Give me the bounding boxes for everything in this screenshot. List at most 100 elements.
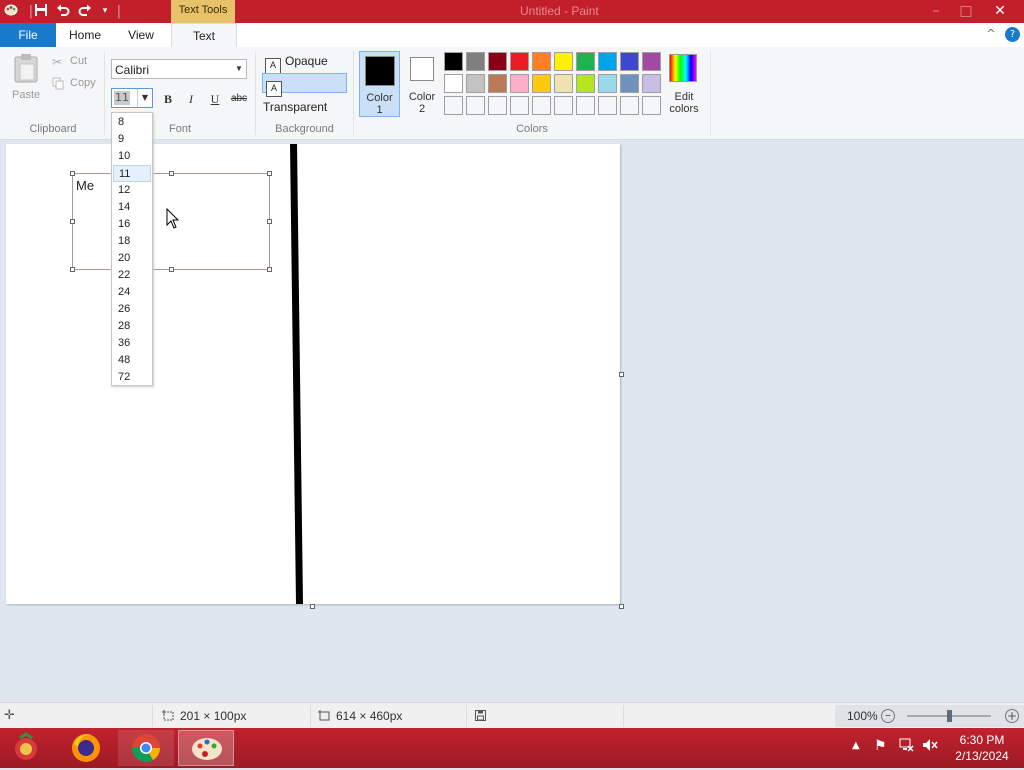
edit-colors-button[interactable]: Edit colors [664, 91, 704, 115]
palette-swatch[interactable] [620, 74, 639, 93]
font-size-option[interactable]: 28 [113, 318, 151, 335]
palette-swatch[interactable] [444, 52, 463, 71]
cut-button[interactable]: Cut [70, 55, 87, 67]
palette-swatch[interactable] [620, 52, 639, 71]
tab-text[interactable]: Text [171, 23, 237, 49]
palette-swatch[interactable] [466, 74, 485, 93]
undo-icon[interactable] [54, 3, 72, 20]
paste-icon[interactable] [12, 53, 40, 83]
palette-swatch[interactable] [510, 74, 529, 93]
palette-swatch[interactable] [488, 52, 507, 71]
paint-taskbar-icon[interactable] [178, 730, 234, 766]
font-size-option[interactable]: 26 [113, 301, 151, 318]
underline-button[interactable]: U [206, 90, 224, 108]
save-icon[interactable] [32, 3, 50, 20]
palette-swatch[interactable] [554, 96, 573, 115]
tab-file[interactable]: File [0, 23, 56, 47]
resize-handle[interactable] [267, 219, 272, 224]
start-button[interactable] [0, 730, 56, 766]
palette-swatch[interactable] [576, 74, 595, 93]
zoom-slider-thumb[interactable] [947, 710, 952, 722]
palette-swatch[interactable] [488, 96, 507, 115]
resize-handle[interactable] [267, 171, 272, 176]
resize-handle[interactable] [70, 219, 75, 224]
redo-icon[interactable] [76, 3, 94, 20]
firefox-icon[interactable] [58, 730, 114, 766]
help-icon[interactable]: ? [1005, 27, 1020, 42]
font-size-option[interactable]: 14 [113, 199, 151, 216]
font-size-option[interactable]: 10 [113, 148, 151, 165]
maximize-button[interactable]: □ [952, 0, 980, 23]
system-clock[interactable]: 6:30 PM 2/13/2024 [950, 732, 1014, 764]
palette-swatch[interactable] [554, 74, 573, 93]
palette-swatch[interactable] [488, 74, 507, 93]
resize-handle[interactable] [70, 267, 75, 272]
close-button[interactable]: ✕ [986, 0, 1014, 23]
font-size-option[interactable]: 24 [113, 284, 151, 301]
font-size-option[interactable]: 36 [113, 335, 151, 352]
font-size-option[interactable]: 20 [113, 250, 151, 267]
palette-swatch[interactable] [642, 74, 661, 93]
edit-colors-icon[interactable] [669, 54, 697, 82]
minimize-button[interactable]: – [922, 0, 950, 23]
font-size-combobox[interactable]: 11 ▼ [111, 88, 153, 108]
strikethrough-button[interactable]: abc [228, 90, 250, 108]
palette-swatch[interactable] [444, 74, 463, 93]
font-size-option[interactable]: 72 [113, 369, 151, 386]
action-center-flag-icon[interactable]: ⚑ [874, 738, 887, 754]
font-size-option[interactable]: 8 [113, 114, 151, 131]
resize-handle[interactable] [267, 267, 272, 272]
palette-swatch[interactable] [466, 52, 485, 71]
chevron-down-icon[interactable]: ▼ [137, 89, 152, 107]
font-size-option[interactable]: 9 [113, 131, 151, 148]
font-size-option[interactable]: 16 [113, 216, 151, 233]
show-hidden-icons-icon[interactable]: ▲ [852, 740, 860, 751]
palette-swatch[interactable] [598, 52, 617, 71]
palette-swatch[interactable] [598, 74, 617, 93]
palette-swatch[interactable] [598, 96, 617, 115]
palette-swatch[interactable] [576, 52, 595, 71]
opaque-button[interactable]: A Opaque [262, 51, 347, 74]
font-size-option[interactable]: 48 [113, 352, 151, 369]
tab-home[interactable]: Home [60, 23, 110, 47]
chevron-down-icon[interactable]: ▼ [232, 60, 246, 78]
text-content[interactable]: Me [76, 178, 94, 193]
palette-swatch[interactable] [642, 96, 661, 115]
palette-swatch[interactable] [510, 52, 529, 71]
paint-app-icon[interactable] [2, 3, 20, 20]
font-family-combobox[interactable]: Calibri ▼ [111, 59, 247, 79]
palette-swatch[interactable] [510, 96, 529, 115]
palette-swatch[interactable] [466, 96, 485, 115]
tab-view[interactable]: View [116, 23, 166, 47]
font-size-option[interactable]: 12 [113, 182, 151, 199]
paste-button[interactable]: Paste [12, 89, 40, 101]
palette-swatch[interactable] [620, 96, 639, 115]
palette-swatch[interactable] [642, 52, 661, 71]
palette-swatch[interactable] [576, 96, 595, 115]
drawing-canvas[interactable]: Me [6, 144, 620, 604]
copy-button[interactable]: Copy [70, 77, 96, 89]
canvas-resize-handle[interactable] [619, 604, 624, 609]
canvas-resize-handle[interactable] [310, 604, 315, 609]
resize-handle[interactable] [169, 171, 174, 176]
font-size-option[interactable]: 18 [113, 233, 151, 250]
color2-label[interactable]: Color 2 [402, 91, 442, 115]
palette-swatch[interactable] [554, 52, 573, 71]
canvas-resize-handle[interactable] [619, 372, 624, 377]
palette-swatch[interactable] [532, 96, 551, 115]
color2-swatch[interactable] [410, 57, 434, 81]
font-size-option[interactable]: 22 [113, 267, 151, 284]
transparent-button[interactable]: A Transparent [262, 73, 347, 114]
network-icon[interactable] [898, 738, 914, 752]
minimize-ribbon-icon[interactable]: ^ [984, 27, 998, 41]
chrome-icon[interactable] [118, 730, 174, 766]
font-size-option[interactable]: 11 [113, 165, 151, 182]
color1-button[interactable]: Color 1 [359, 51, 400, 117]
italic-button[interactable]: I [182, 90, 200, 108]
volume-muted-icon[interactable] [922, 738, 938, 752]
zoom-in-button[interactable]: + [1005, 709, 1019, 723]
palette-swatch[interactable] [532, 74, 551, 93]
bold-button[interactable]: B [159, 90, 177, 108]
resize-handle[interactable] [169, 267, 174, 272]
resize-handle[interactable] [70, 171, 75, 176]
